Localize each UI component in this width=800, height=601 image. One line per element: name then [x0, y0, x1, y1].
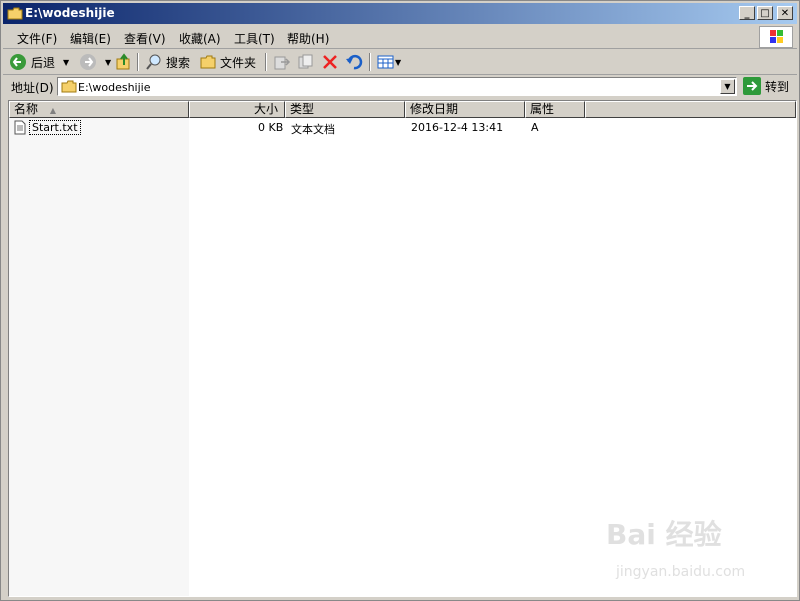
- folder-icon: [200, 55, 216, 69]
- folder-icon: [61, 80, 77, 96]
- close-button[interactable]: ✕: [777, 6, 793, 20]
- delete-button[interactable]: [321, 53, 339, 71]
- search-label: 搜索: [166, 55, 191, 70]
- back-label: 后退: [31, 55, 56, 70]
- move-to-button[interactable]: [273, 53, 291, 71]
- undo-button[interactable]: [345, 53, 363, 71]
- title-bar: E:\wodeshijie _ □ ✕: [3, 3, 797, 24]
- file-type: 文本文档: [291, 123, 335, 136]
- explorer-window: E:\wodeshijie _ □ ✕ 文件(F) 编辑(E) 查看(V) 收藏…: [0, 0, 800, 601]
- file-modified: 2016-12-4 13:41: [411, 121, 504, 134]
- column-name[interactable]: 名称 ▲: [9, 101, 189, 118]
- views-grid-icon: [377, 55, 394, 69]
- go-arrow-icon: [743, 77, 761, 95]
- up-folder-button[interactable]: [115, 53, 133, 71]
- chevron-down-icon[interactable]: ▼: [63, 58, 69, 67]
- text-file-icon: [14, 120, 26, 138]
- toolbar: 后退 ▼ ▼ 搜索 文件夹 ▼: [3, 50, 797, 75]
- file-attributes: A: [531, 121, 539, 134]
- menu-favorites[interactable]: 收藏(A): [179, 30, 221, 47]
- watermark-url: jingyan.baidu.com: [616, 564, 746, 580]
- file-name[interactable]: Start.txt: [29, 120, 81, 135]
- menu-help[interactable]: 帮助(H): [287, 30, 329, 47]
- address-input[interactable]: E:\wodeshijie ▼: [57, 77, 737, 96]
- address-label: 地址(D): [11, 81, 54, 95]
- menu-view[interactable]: 查看(V): [124, 30, 166, 47]
- up-folder-icon: [116, 53, 130, 70]
- folders-label: 文件夹: [220, 55, 257, 70]
- address-bar: 地址(D) E:\wodeshijie ▼ 转到: [3, 76, 797, 98]
- search-icon: [146, 54, 161, 70]
- chevron-down-icon[interactable]: ▼: [395, 58, 401, 67]
- address-dropdown-button[interactable]: ▼: [720, 79, 735, 94]
- menu-edit[interactable]: 编辑(E): [70, 30, 111, 47]
- move-to-icon: [274, 56, 291, 70]
- search-button[interactable]: 搜索: [145, 53, 190, 71]
- column-type[interactable]: 类型: [285, 101, 405, 118]
- column-attributes[interactable]: 属性: [525, 101, 585, 118]
- windows-logo: [759, 26, 793, 48]
- views-button[interactable]: ▼: [377, 53, 401, 71]
- maximize-button[interactable]: □: [757, 6, 773, 20]
- menu-tools[interactable]: 工具(T): [234, 30, 275, 47]
- file-size: 0 KB: [258, 121, 284, 134]
- folder-icon: [7, 7, 23, 23]
- undo-icon: [346, 54, 363, 70]
- table-row[interactable]: Start.txt 0 KB 文本文档 2016-12-4 13:41 A: [9, 120, 796, 136]
- address-value: E:\wodeshijie: [78, 81, 151, 94]
- go-button[interactable]: 转到: [743, 77, 789, 95]
- minimize-button[interactable]: _: [739, 6, 755, 20]
- forward-arrow-icon: [80, 54, 96, 70]
- chevron-down-icon[interactable]: ▼: [105, 58, 111, 67]
- sort-up-icon: ▲: [49, 106, 56, 115]
- back-button[interactable]: 后退 ▼: [9, 53, 69, 71]
- window-title: E:\wodeshijie: [25, 6, 115, 20]
- copy-to-button[interactable]: [297, 53, 315, 71]
- column-modified[interactable]: 修改日期: [405, 101, 525, 118]
- column-size[interactable]: 大小: [189, 101, 285, 118]
- copy-to-icon: [298, 54, 313, 69]
- go-label: 转到: [765, 79, 790, 94]
- menu-bar: 文件(F) 编辑(E) 查看(V) 收藏(A) 工具(T) 帮助(H): [3, 26, 797, 49]
- back-arrow-icon: [10, 54, 26, 70]
- forward-button[interactable]: ▼: [79, 53, 111, 71]
- menu-file[interactable]: 文件(F): [17, 30, 57, 47]
- list-header: 名称 ▲ 大小 类型 修改日期 属性: [9, 101, 796, 118]
- folders-button[interactable]: 文件夹: [199, 53, 256, 71]
- watermark-logo: Bai 经验: [606, 518, 722, 551]
- delete-x-icon: [323, 55, 337, 69]
